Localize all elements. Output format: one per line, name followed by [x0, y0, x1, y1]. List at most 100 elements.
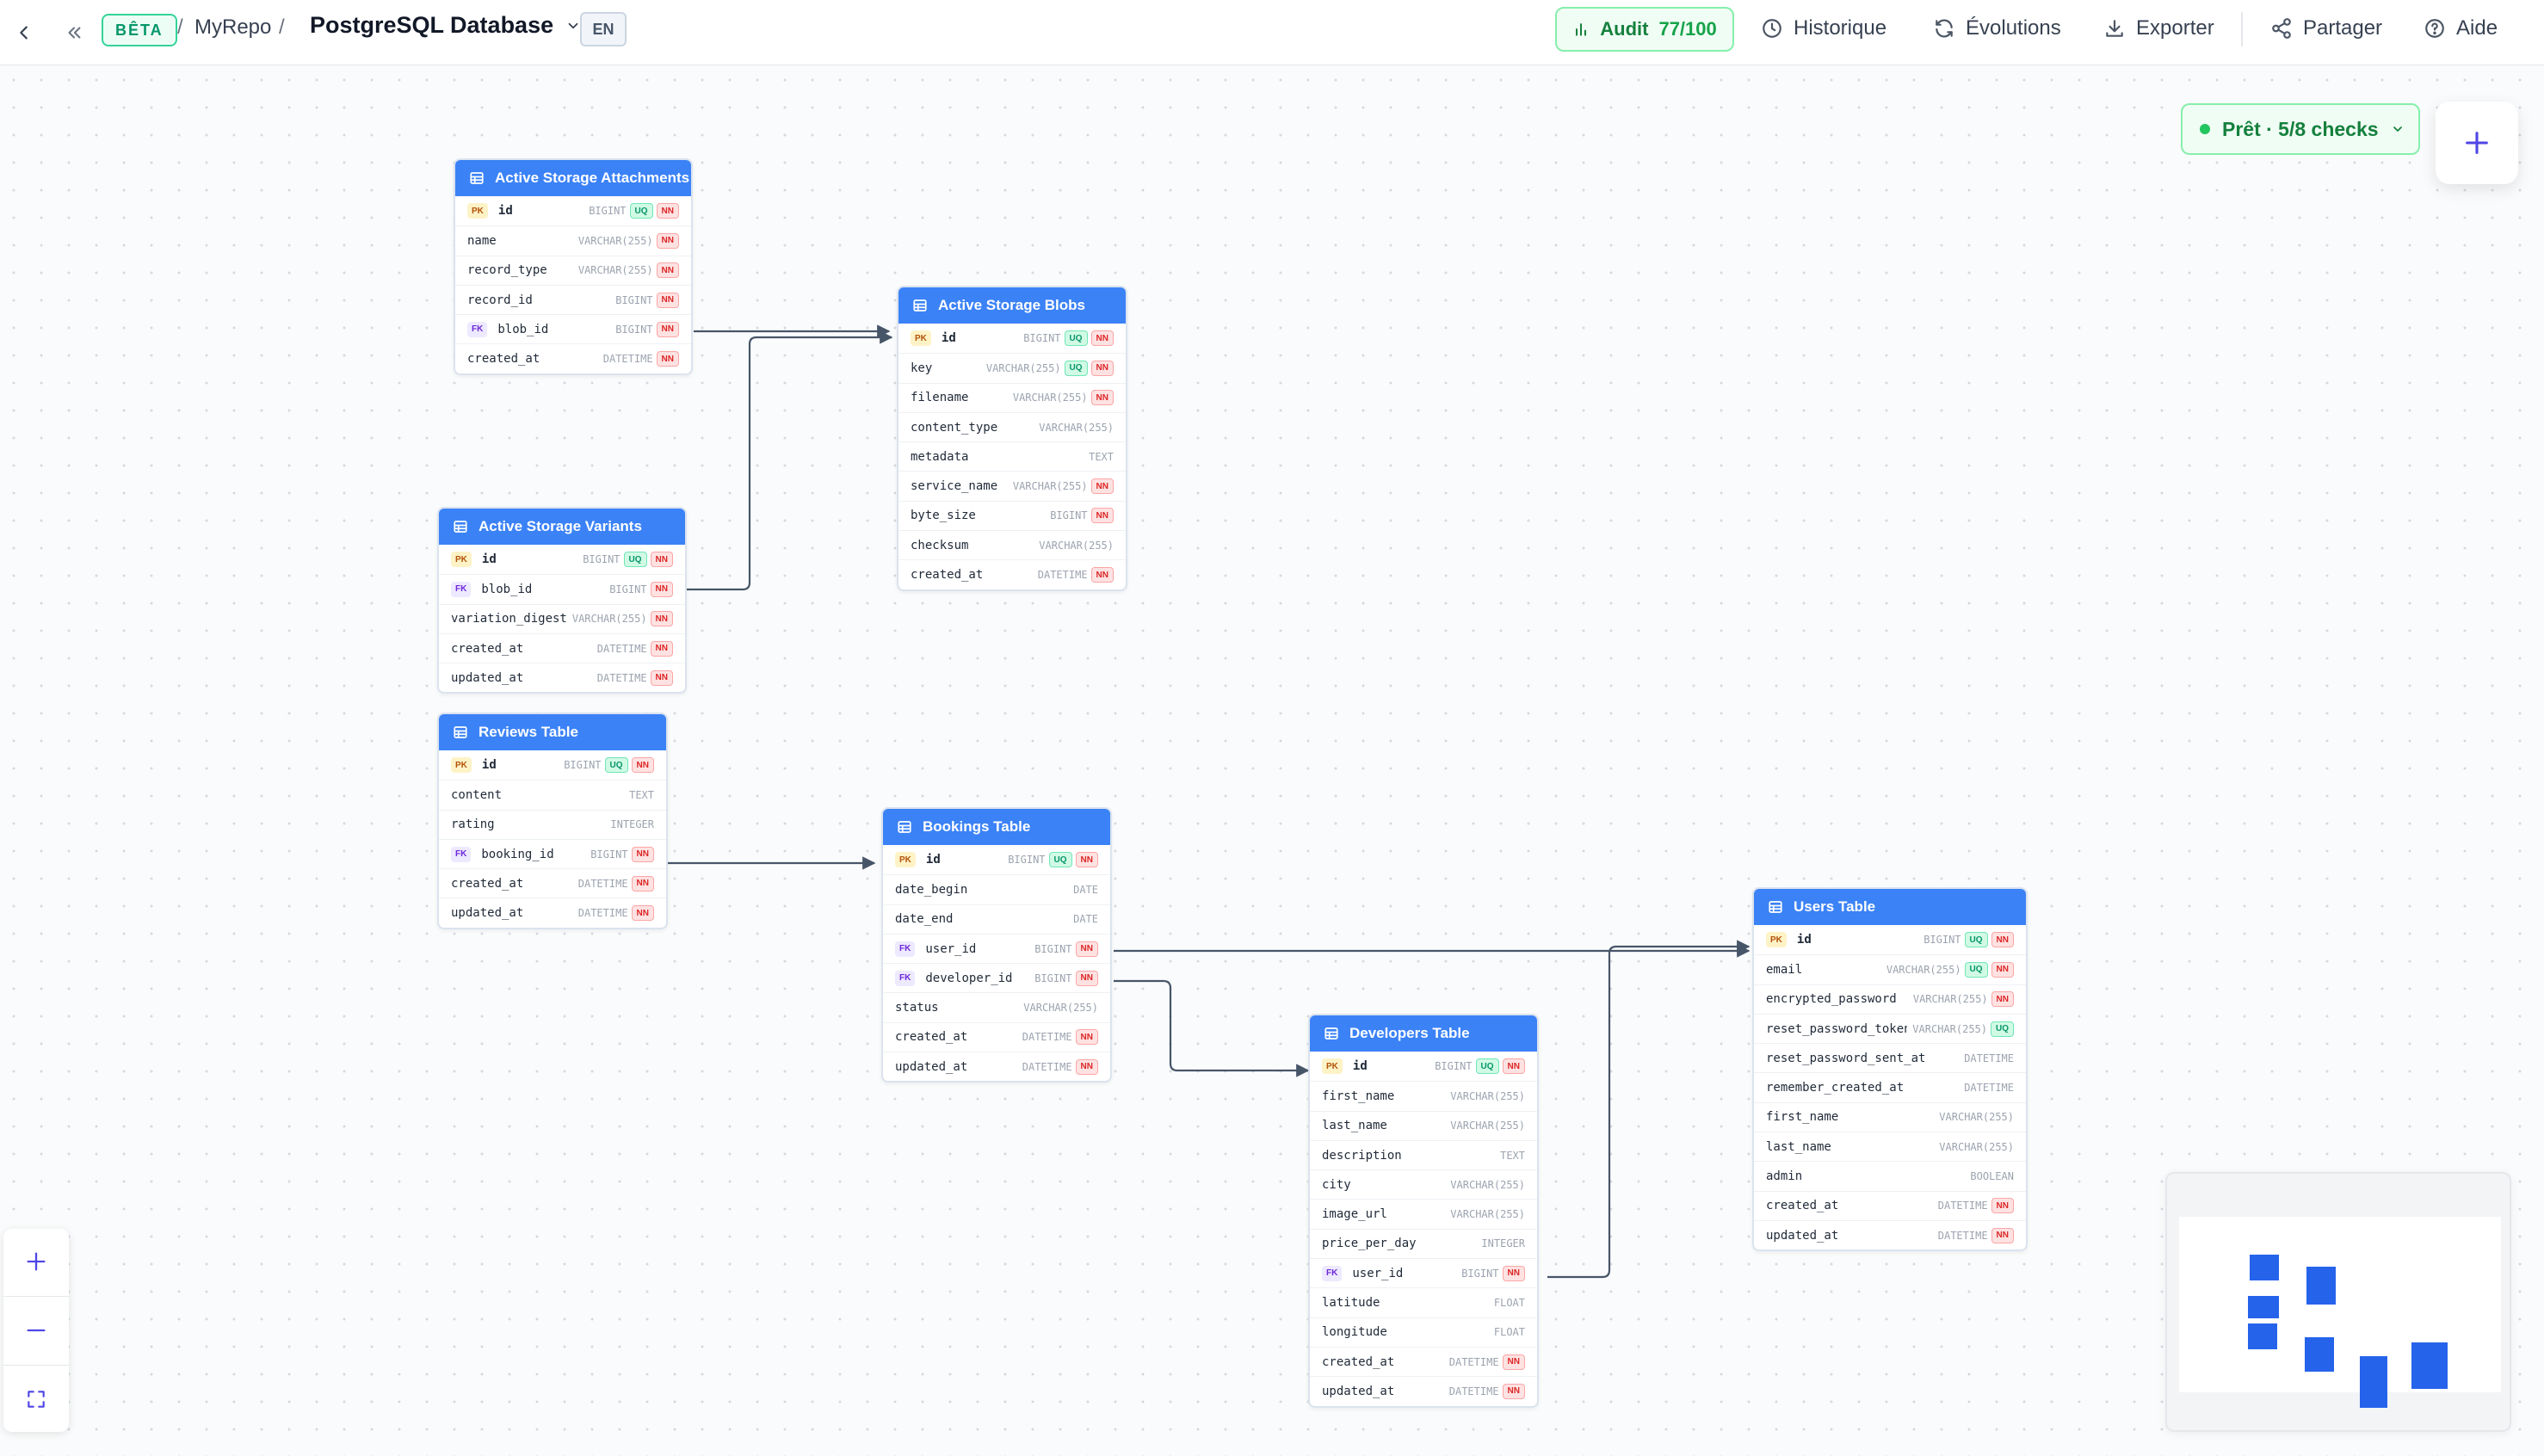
column-row[interactable]: key VARCHAR(255) UQ NN	[898, 353, 1126, 382]
column-row[interactable]: rating INTEGER	[439, 809, 666, 839]
evolutions-button[interactable]: Évolutions	[1933, 10, 2061, 46]
column-row[interactable]: FK user_id BIGINT NN	[1310, 1258, 1537, 1287]
table-reviews[interactable]: Reviews Table PK id BIGINT UQ NN content TEXT r…	[437, 713, 668, 929]
history-button[interactable]: Historique	[1761, 10, 1886, 46]
column-row[interactable]: variation_digest VARCHAR(255) NN	[439, 603, 685, 633]
column-row[interactable]: email VARCHAR(255) UQ NN	[1754, 954, 2026, 984]
column-row[interactable]: FK developer_id BIGINT NN	[883, 963, 1110, 992]
column-row[interactable]: content TEXT	[439, 780, 666, 809]
uq-badge: UQ	[1964, 932, 1988, 948]
zoom-out-button[interactable]	[3, 1298, 69, 1363]
column-row[interactable]: FK blob_id BIGINT NN	[455, 314, 691, 343]
column-row[interactable]: byte_size BIGINT NN	[898, 500, 1126, 530]
column-row[interactable]: FK booking_id BIGINT NN	[439, 838, 666, 868]
column-row[interactable]: PK id BIGINT UQ NN	[898, 324, 1126, 353]
language-button[interactable]: EN	[580, 12, 627, 46]
table-header[interactable]: Reviews Table	[439, 714, 666, 750]
column-row[interactable]: admin BOOLEAN	[1754, 1161, 2026, 1190]
minimap[interactable]	[2165, 1172, 2511, 1432]
table-active-storage-variants[interactable]: Active Storage Variants PK id BIGINT UQ NN FK…	[437, 507, 687, 694]
column-type: FLOAT	[1493, 1326, 1525, 1339]
column-row[interactable]: record_id BIGINT NN	[455, 284, 691, 314]
column-row[interactable]: description TEXT	[1310, 1139, 1537, 1169]
column-row[interactable]: longitude FLOAT	[1310, 1317, 1537, 1347]
table-title: Active Storage Attachments	[495, 170, 690, 186]
column-row[interactable]: PK id BIGINT UQ NN	[439, 750, 666, 780]
column-row[interactable]: encrypted_password VARCHAR(255) NN	[1754, 984, 2026, 1014]
fk-badge: FK	[1322, 1265, 1343, 1281]
table-header[interactable]: Active Storage Attachments	[455, 160, 691, 196]
column-row[interactable]: service_name VARCHAR(255) NN	[898, 471, 1126, 500]
nn-badge: NN	[1991, 961, 2014, 978]
column-row[interactable]: name VARCHAR(255) NN	[455, 225, 691, 255]
table-bookings[interactable]: Bookings Table PK id BIGINT UQ NN date_begin D…	[881, 807, 1112, 1083]
column-row[interactable]: date_begin DATE	[883, 874, 1110, 904]
column-row[interactable]: PK id BIGINT UQ NN	[439, 545, 685, 574]
zoom-in-button[interactable]	[3, 1229, 69, 1294]
column-row[interactable]: created_at DATETIME NN	[455, 343, 691, 373]
column-row[interactable]: content_type VARCHAR(255)	[898, 411, 1126, 441]
column-row[interactable]: status VARCHAR(255)	[883, 992, 1110, 1021]
column-row[interactable]: updated_at DATETIME NN	[439, 898, 666, 927]
column-row[interactable]: PK id BIGINT UQ NN	[883, 845, 1110, 874]
fk-badge: FK	[467, 321, 488, 337]
export-button[interactable]: Exporter	[2103, 10, 2214, 46]
column-row[interactable]: city VARCHAR(255)	[1310, 1169, 1537, 1199]
column-row[interactable]: reset_password_token VARCHAR(255) UQ	[1754, 1013, 2026, 1043]
column-row[interactable]: PK id BIGINT UQ NN	[1754, 925, 2026, 954]
add-table-button[interactable]	[2436, 102, 2518, 184]
table-header[interactable]: Bookings Table	[883, 809, 1110, 845]
column-row[interactable]: created_at DATETIME NN	[439, 868, 666, 898]
column-row[interactable]: date_end DATE	[883, 904, 1110, 934]
column-row[interactable]: created_at DATETIME NN	[883, 1021, 1110, 1052]
diagram-canvas[interactable]	[0, 66, 2544, 1456]
column-row[interactable]: image_url VARCHAR(255)	[1310, 1199, 1537, 1228]
column-row[interactable]: FK user_id BIGINT NN	[883, 933, 1110, 963]
audit-button[interactable]: Audit 77/100	[1555, 7, 1734, 52]
table-header[interactable]: Developers Table	[1310, 1015, 1537, 1052]
table-header[interactable]: Active Storage Variants	[439, 509, 685, 545]
column-row[interactable]: last_name VARCHAR(255)	[1754, 1132, 2026, 1161]
table-header[interactable]: Active Storage Blobs	[898, 287, 1126, 324]
chevron-left-icon[interactable]	[7, 15, 41, 50]
column-row[interactable]: updated_at DATETIME NN	[883, 1052, 1110, 1081]
status-checks-dropdown[interactable]: Prêt · 5/8 checks	[2181, 103, 2420, 155]
column-row[interactable]: checksum VARCHAR(255)	[898, 530, 1126, 559]
column-row[interactable]: PK id BIGINT UQ NN	[455, 196, 691, 225]
column-row[interactable]: first_name VARCHAR(255)	[1754, 1101, 2026, 1132]
column-row[interactable]: PK id BIGINT UQ NN	[1310, 1052, 1537, 1081]
database-selector[interactable]: PostgreSQL Database	[310, 12, 581, 39]
column-row[interactable]: metadata TEXT	[898, 441, 1126, 471]
table-active-storage-blobs[interactable]: Active Storage Blobs PK id BIGINT UQ NN key VA…	[897, 286, 1127, 591]
double-chevron-left-icon[interactable]	[57, 15, 91, 50]
column-row[interactable]: created_at DATETIME NN	[898, 559, 1126, 589]
column-type: DATETIME	[1448, 1355, 1499, 1368]
table-active-storage-attachments[interactable]: Active Storage Attachments PK id BIGINT UQ N…	[454, 158, 693, 375]
share-button[interactable]: Partager	[2270, 10, 2382, 46]
column-row[interactable]: updated_at DATETIME NN	[1754, 1219, 2026, 1249]
fit-view-button[interactable]	[3, 1367, 69, 1432]
column-row[interactable]: last_name VARCHAR(255)	[1310, 1110, 1537, 1140]
column-row[interactable]: latitude FLOAT	[1310, 1287, 1537, 1317]
column-row[interactable]: first_name VARCHAR(255)	[1310, 1081, 1537, 1110]
column-row[interactable]: updated_at DATETIME NN	[439, 663, 685, 692]
table-developers[interactable]: Developers Table PK id BIGINT UQ NN first_nam…	[1308, 1014, 1539, 1408]
nn-badge: NN	[1502, 1354, 1525, 1370]
table-header[interactable]: Users Table	[1754, 889, 2026, 925]
help-button[interactable]: Aide	[2424, 10, 2498, 46]
column-row[interactable]: reset_password_sent_at DATETIME	[1754, 1043, 2026, 1072]
column-row[interactable]: filename VARCHAR(255) NN	[898, 382, 1126, 412]
refresh-icon	[1936, 19, 1953, 38]
breadcrumb-repo[interactable]: MyRepo	[195, 15, 271, 40]
column-row[interactable]: created_at DATETIME NN	[1754, 1190, 2026, 1220]
column-row[interactable]: updated_at DATETIME NN	[1310, 1376, 1537, 1405]
column-row[interactable]: price_per_day INTEGER	[1310, 1228, 1537, 1258]
column-name: blob_id	[497, 322, 549, 336]
column-row[interactable]: created_at DATETIME NN	[1310, 1346, 1537, 1376]
column-row[interactable]: remember_created_at DATETIME	[1754, 1072, 2026, 1101]
column-row[interactable]: created_at DATETIME NN	[439, 632, 685, 663]
table-users[interactable]: Users Table PK id BIGINT UQ NN email VARCHAR(2…	[1752, 887, 2028, 1252]
column-row[interactable]: record_type VARCHAR(255) NN	[455, 255, 691, 285]
column-name: created_at	[451, 876, 524, 891]
column-row[interactable]: FK blob_id BIGINT NN	[439, 574, 685, 603]
